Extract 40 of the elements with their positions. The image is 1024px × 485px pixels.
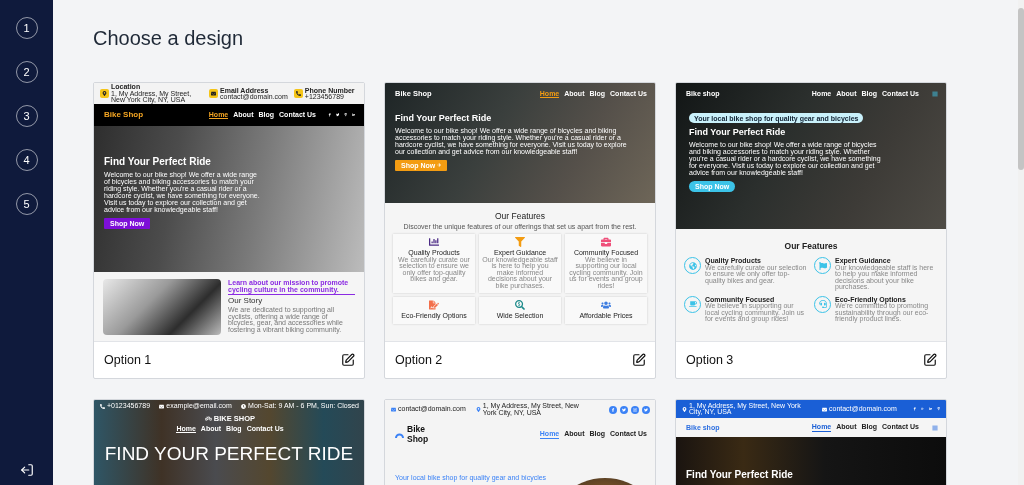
story-heading: Our Story [228,296,264,306]
design-card[interactable] [384,82,656,379]
contact-icon [100,89,109,98]
contact-icon [241,404,247,409]
edit-button[interactable] [341,353,355,367]
site-brand: Bike Shop [104,110,144,120]
hero-heading: FIND YOUR PERFECT RIDE [104,443,354,466]
hero-heading: Find Your Perfect Ride [689,127,786,138]
feature-icon [515,300,525,310]
arrow-icon [437,163,442,168]
option-label: Option 3 [686,353,734,367]
contact-icon [682,406,687,412]
features-heading: Our Features [784,241,838,252]
site-brand: Bike Shop [407,425,430,444]
feature-icon [601,237,611,247]
design-card[interactable] [675,82,947,379]
contact-icon [822,406,827,412]
contact-icon [159,404,165,409]
hero-heading: Find Your Perfect Ride [686,469,793,481]
edit-button[interactable] [632,353,646,367]
contact-icon [293,89,303,98]
feature-icon [429,237,439,247]
option-label: Option 1 [104,353,152,367]
option-label: Option 2 [395,353,443,367]
hero-heading: Find Your Perfect Ride [395,113,492,124]
hero-heading: Find Your Perfect Ride [104,156,211,168]
contact-icon [209,89,218,98]
features-heading: Our Features [494,211,546,222]
feature-icon [601,300,611,310]
scrollbar[interactable] [1018,0,1024,485]
bicycle-logo-icon [204,415,212,423]
design-card[interactable] [93,82,365,379]
page-title: Choose a design [93,26,245,50]
arch-logo-icon [395,431,404,438]
contact-icon [475,407,481,412]
feature-icon [515,237,525,247]
edit-button[interactable] [923,353,937,367]
feature-icon [429,300,439,310]
contact-icon [100,404,105,409]
contact-icon [391,407,396,412]
